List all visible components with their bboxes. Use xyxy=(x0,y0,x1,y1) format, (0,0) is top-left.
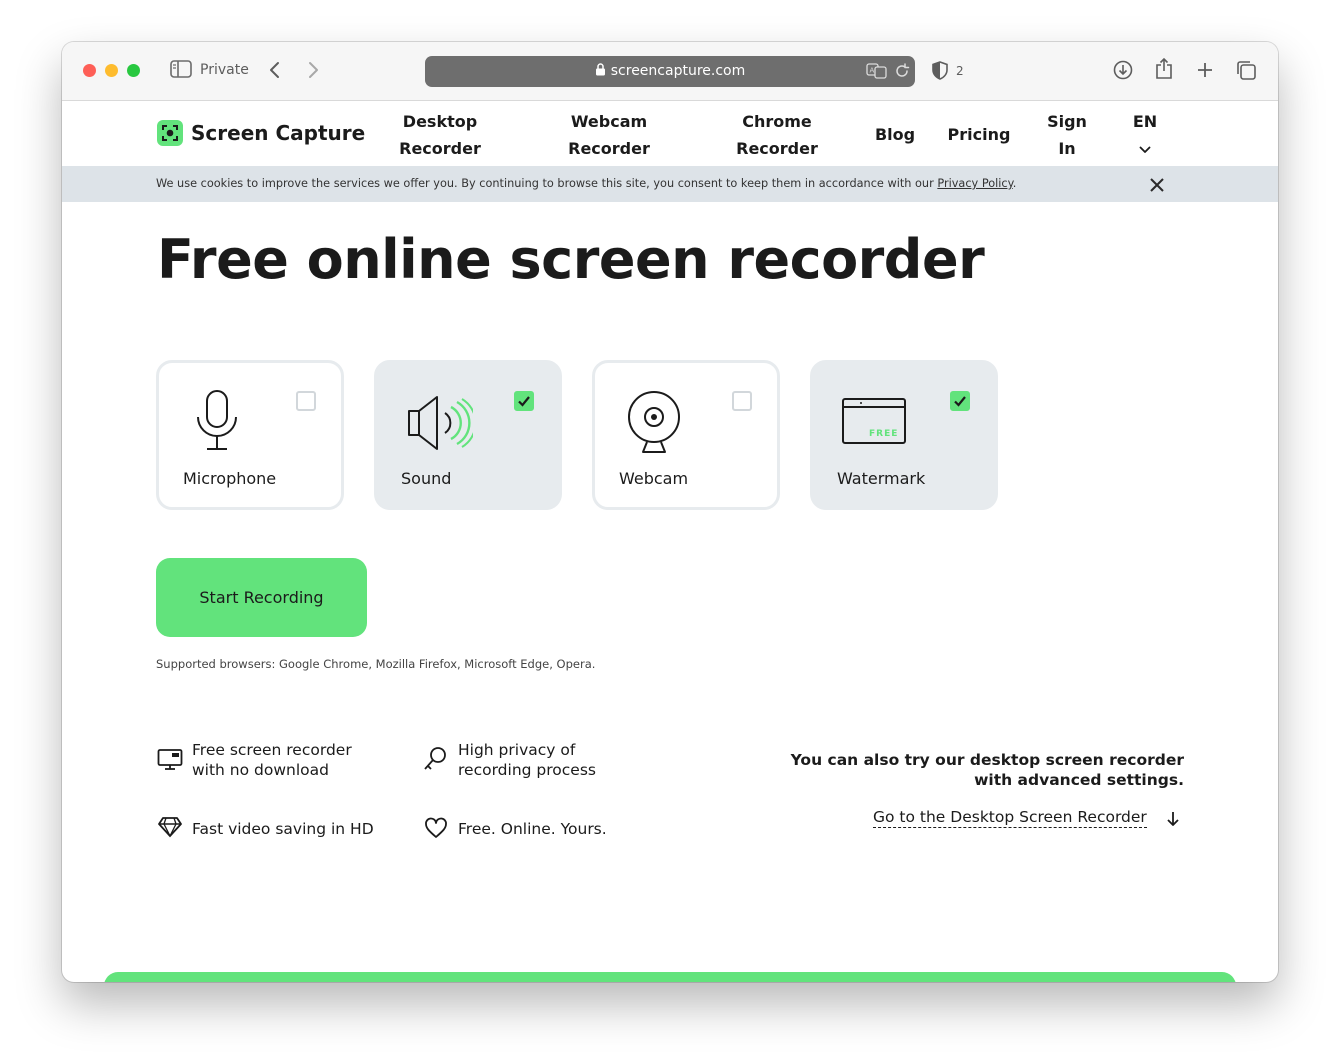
promo-text: You can also try our desktop screen reco… xyxy=(790,751,1184,769)
nav-label: Recorder xyxy=(399,139,481,158)
monitor-icon xyxy=(157,748,183,776)
diamond-icon xyxy=(157,816,183,842)
cookie-text: We use cookies to improve the services w… xyxy=(156,177,938,190)
cookie-text-end: . xyxy=(1012,177,1017,190)
sidebar-icon[interactable] xyxy=(170,60,192,82)
new-tab-icon[interactable] xyxy=(1196,61,1214,83)
option-label: Microphone xyxy=(183,469,277,488)
forward-icon[interactable] xyxy=(308,61,320,83)
microphone-checkbox[interactable] xyxy=(296,391,316,411)
screen-capture-logo-icon[interactable] xyxy=(157,120,183,150)
language-label: EN xyxy=(1132,112,1158,131)
browser-window: Private screencapture.com A 2 Screen Cap… xyxy=(62,42,1278,982)
desktop-recorder-link[interactable]: Go to the Desktop Screen Recorder xyxy=(873,808,1147,828)
nav-desktop-recorder[interactable]: Desktop Recorder xyxy=(394,108,486,162)
share-icon[interactable] xyxy=(1155,57,1173,84)
back-icon[interactable] xyxy=(268,61,280,83)
nav-label: Sign xyxy=(1047,112,1087,131)
feature-privacy: High privacy of recording process xyxy=(458,740,596,780)
zoom-window-button[interactable] xyxy=(127,64,140,77)
translate-icon[interactable]: A xyxy=(866,63,888,83)
lock-icon xyxy=(595,63,605,76)
webcam-checkbox[interactable] xyxy=(732,391,752,411)
arrow-down-icon[interactable] xyxy=(1166,811,1180,831)
privacy-shield-icon[interactable] xyxy=(932,61,948,84)
nav-label: Recorder xyxy=(736,139,818,158)
footer-green-section xyxy=(104,972,1236,982)
nav-label: In xyxy=(1058,139,1076,158)
nav-label: Recorder xyxy=(568,139,650,158)
checkmark-icon xyxy=(518,396,530,407)
chevron-down-icon xyxy=(1125,135,1165,162)
start-recording-button[interactable]: Start Recording xyxy=(156,558,367,637)
feature-free-online: Free. Online. Yours. xyxy=(458,819,607,839)
supported-browsers-note: Supported browsers: Google Chrome, Mozil… xyxy=(156,657,596,671)
tracker-count: 2 xyxy=(956,64,964,78)
speaker-icon xyxy=(403,393,477,457)
checkmark-icon xyxy=(954,396,966,407)
privacy-policy-link[interactable]: Privacy Policy xyxy=(937,177,1012,190)
nav-label: Desktop xyxy=(402,112,478,131)
nav-label: Chrome xyxy=(742,112,812,131)
watermark-badge: FREE xyxy=(869,429,898,439)
feature-text: Free screen recorder xyxy=(192,741,352,759)
option-label: Watermark xyxy=(837,469,926,488)
browser-toolbar: Private screencapture.com A 2 xyxy=(62,42,1278,101)
url-text: screencapture.com xyxy=(610,63,746,79)
option-watermark[interactable]: FREE Watermark xyxy=(810,360,998,510)
site-header: Screen Capture Desktop Recorder Webcam R… xyxy=(62,101,1278,166)
sound-checkbox[interactable] xyxy=(514,391,534,411)
brand-name[interactable]: Screen Capture xyxy=(191,121,365,145)
language-selector[interactable]: EN xyxy=(1125,108,1165,162)
option-sound[interactable]: Sound xyxy=(374,360,562,510)
svg-text:A: A xyxy=(870,67,875,75)
nav-blog[interactable]: Blog xyxy=(868,121,922,148)
feature-text: with no download xyxy=(192,761,329,779)
close-window-button[interactable] xyxy=(83,64,96,77)
nav-chrome-recorder[interactable]: Chrome Recorder xyxy=(730,108,824,162)
minimize-window-button[interactable] xyxy=(105,64,118,77)
nav-label: Blog xyxy=(874,125,916,144)
key-icon xyxy=(423,746,447,776)
desktop-promo: You can also try our desktop screen reco… xyxy=(742,750,1184,790)
feature-text: High privacy of xyxy=(458,741,576,759)
feature-text: Free. Online. Yours. xyxy=(458,820,607,838)
downloads-icon[interactable] xyxy=(1113,60,1133,84)
option-label: Sound xyxy=(401,469,452,488)
option-label: Webcam xyxy=(619,469,689,488)
promo-text: with advanced settings. xyxy=(974,771,1184,789)
watermark-icon: FREE xyxy=(841,397,907,449)
private-label: Private xyxy=(200,62,249,78)
nav-label: Pricing xyxy=(947,125,1011,144)
option-webcam[interactable]: Webcam xyxy=(592,360,780,510)
close-icon[interactable] xyxy=(1150,177,1164,196)
reload-icon[interactable] xyxy=(894,63,910,83)
nav-pricing[interactable]: Pricing xyxy=(942,121,1016,148)
cookie-banner: We use cookies to improve the services w… xyxy=(62,166,1278,202)
url-field[interactable]: screencapture.com xyxy=(425,63,915,79)
tab-overview-icon[interactable] xyxy=(1236,60,1257,85)
microphone-icon xyxy=(193,389,243,457)
watermark-checkbox[interactable] xyxy=(950,391,970,411)
webcam-icon xyxy=(625,389,683,459)
option-microphone[interactable]: Microphone xyxy=(156,360,344,510)
page-title: Free online screen recorder xyxy=(157,228,985,291)
address-bar[interactable]: screencapture.com A xyxy=(425,56,915,87)
nav-webcam-recorder[interactable]: Webcam Recorder xyxy=(562,108,656,162)
nav-label: Webcam xyxy=(570,112,648,131)
feature-text: recording process xyxy=(458,761,596,779)
feature-no-download: Free screen recorder with no download xyxy=(192,740,352,780)
feature-text: Fast video saving in HD xyxy=(192,820,374,838)
heart-icon xyxy=(424,817,448,843)
cookie-message: We use cookies to improve the services w… xyxy=(156,177,1016,190)
feature-hd: Fast video saving in HD xyxy=(192,819,374,839)
nav-sign-in[interactable]: Sign In xyxy=(1040,108,1094,162)
